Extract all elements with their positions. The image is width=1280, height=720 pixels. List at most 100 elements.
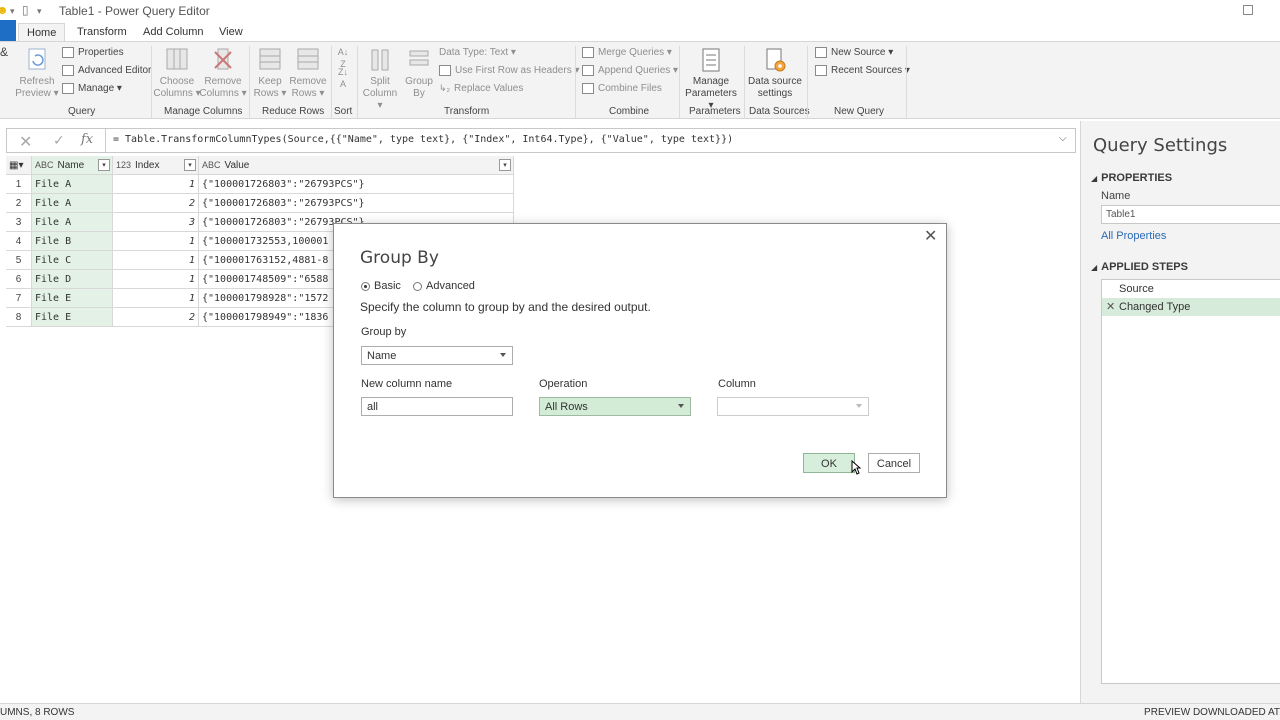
step-changed-type[interactable]: ✕ Changed Type — [1102, 298, 1280, 316]
column-header-name[interactable]: ABC Name ▾ — [32, 156, 113, 175]
remove-rows-button[interactable]: Remove Rows ▾ — [288, 46, 328, 100]
restore-window-icon[interactable] — [1243, 5, 1253, 15]
remove-columns-icon — [214, 48, 232, 70]
table-cell-index[interactable]: 1 — [113, 232, 199, 251]
close-apply-fragment[interactable]: & — [0, 46, 8, 58]
table-cell-name[interactable]: File C — [32, 251, 113, 270]
collapse-triangle-icon[interactable]: ◢ — [1091, 174, 1097, 183]
text-type-icon[interactable]: ABC — [202, 160, 221, 170]
row-number[interactable]: 6 — [6, 270, 32, 289]
radio-selected-icon[interactable] — [361, 281, 370, 291]
table-cell-name[interactable]: File D — [32, 270, 113, 289]
row-number[interactable]: 7 — [6, 289, 32, 308]
query-name-input[interactable]: Table1 — [1101, 205, 1280, 224]
expand-formula-chevron-icon[interactable]: ⌵ — [1059, 133, 1067, 144]
cancel-button[interactable]: Cancel — [868, 453, 920, 473]
table-cell-index[interactable]: 2 — [113, 308, 199, 327]
table-cell-index[interactable]: 1 — [113, 270, 199, 289]
row-number[interactable]: 5 — [6, 251, 32, 270]
use-first-row-button[interactable]: Use First Row as Headers ▾ — [439, 65, 580, 76]
row-number[interactable]: 4 — [6, 232, 32, 251]
group-by-dropdown[interactable]: Name — [361, 346, 513, 365]
delete-step-icon[interactable]: ✕ — [1106, 300, 1115, 313]
filter-dropdown-icon[interactable]: ▾ — [98, 159, 110, 171]
keep-rows-label: Rows — [253, 88, 279, 99]
table-cell-index[interactable]: 1 — [113, 251, 199, 270]
table-cell-index[interactable]: 1 — [113, 175, 199, 194]
new-column-name-input[interactable]: all — [361, 397, 513, 416]
applied-steps-section-header[interactable]: ◢ APPLIED STEPS — [1091, 261, 1188, 273]
table-cell-value[interactable]: {"100001726803":"26793PCS"} — [199, 194, 514, 213]
tab-home[interactable]: Home — [18, 23, 66, 42]
column-header-index[interactable]: 123 Index ▾ — [113, 156, 199, 175]
filter-dropdown-icon[interactable]: ▾ — [499, 159, 511, 171]
table-cell-name[interactable]: File A — [32, 194, 113, 213]
group-by-button[interactable]: Group By — [402, 46, 436, 100]
fx-icon[interactable]: fx — [81, 132, 93, 147]
close-icon[interactable]: ✕ — [924, 226, 937, 246]
tab-transform[interactable]: Transform — [69, 23, 135, 42]
manage-label: Manage — [78, 83, 115, 94]
column-dropdown[interactable] — [717, 397, 869, 416]
new-source-button[interactable]: New Source ▾ — [815, 47, 893, 58]
table-cell-value[interactable]: {"100001726803":"26793PCS"} — [199, 175, 514, 194]
replace-values-button[interactable]: ↳₂ Replace Values — [439, 83, 523, 94]
manage-button[interactable]: Manage ▾ — [62, 83, 122, 94]
choose-columns-button[interactable]: Choose Columns ▾ — [153, 46, 201, 100]
data-source-settings-icon — [766, 48, 786, 72]
split-column-button[interactable]: Split Column ▾ — [360, 46, 400, 112]
formula-input[interactable]: = Table.TransformColumnTypes(Source,{{"N… — [113, 134, 733, 145]
app-smiley-icon[interactable]: ☻ — [0, 3, 9, 17]
append-queries-button[interactable]: Append Queries ▾ — [582, 65, 678, 76]
advanced-editor-button[interactable]: Advanced Editor — [62, 65, 151, 76]
row-number[interactable]: 3 — [6, 213, 32, 232]
recent-sources-button[interactable]: Recent Sources ▾ — [815, 65, 910, 76]
ok-button[interactable]: OK — [803, 453, 855, 473]
quick-access-dropdown-icon[interactable]: ▾ — [10, 6, 15, 17]
filter-dropdown-icon[interactable]: ▾ — [184, 159, 196, 171]
confirm-formula-icon[interactable]: ✓ — [53, 132, 65, 149]
row-number[interactable]: 2 — [6, 194, 32, 213]
file-tab[interactable] — [0, 20, 16, 42]
status-bar: UMNS, 8 ROWS PREVIEW DOWNLOADED AT — [0, 703, 1280, 720]
remove-rows-icon — [297, 48, 319, 70]
radio-basic[interactable]: Basic — [361, 280, 401, 292]
table-cell-name[interactable]: File E — [32, 289, 113, 308]
remove-columns-button[interactable]: Remove Columns ▾ — [199, 46, 247, 100]
step-source[interactable]: Source — [1102, 280, 1280, 298]
collapse-triangle-icon[interactable]: ◢ — [1091, 263, 1097, 272]
properties-section-header[interactable]: ◢ PROPERTIES — [1091, 172, 1172, 184]
data-source-settings-button[interactable]: Data source settings — [746, 46, 804, 100]
customize-toolbar-icon[interactable]: ▾ — [37, 6, 42, 17]
radio-advanced[interactable]: Advanced — [413, 280, 475, 292]
number-type-icon[interactable]: 123 — [116, 160, 131, 170]
text-type-icon[interactable]: ABC — [35, 160, 54, 170]
table-cell-name[interactable]: File B — [32, 232, 113, 251]
data-type-dropdown[interactable]: Data Type: Text ▾ — [439, 47, 516, 58]
row-number[interactable]: 8 — [6, 308, 32, 327]
merge-queries-button[interactable]: Merge Queries ▾ — [582, 47, 672, 58]
manage-parameters-button[interactable]: Manage Parameters ▾ — [682, 46, 740, 112]
tab-add-column[interactable]: Add Column — [135, 23, 212, 42]
column-header-value[interactable]: ABC Value ▾ — [199, 156, 514, 175]
refresh-preview-button[interactable]: Refresh Preview ▾ — [14, 46, 60, 100]
table-cell-name[interactable]: File A — [32, 213, 113, 232]
table-cell-index[interactable]: 2 — [113, 194, 199, 213]
radio-unselected-icon[interactable] — [413, 281, 422, 291]
table-cell-name[interactable]: File E — [32, 308, 113, 327]
table-menu-icon[interactable]: ▦▾ — [6, 156, 32, 175]
operation-dropdown[interactable]: All Rows — [539, 397, 691, 416]
properties-button[interactable]: Properties — [62, 47, 124, 58]
table-cell-index[interactable]: 1 — [113, 289, 199, 308]
table-cell-name[interactable]: File A — [32, 175, 113, 194]
row-number[interactable]: 1 — [6, 175, 32, 194]
cancel-formula-icon[interactable]: ✕ — [19, 132, 32, 152]
sort-descending-icon[interactable]: Z↓ A — [336, 66, 350, 90]
combine-files-button[interactable]: Combine Files — [582, 83, 662, 94]
tab-view[interactable]: View — [211, 23, 251, 42]
keep-rows-button[interactable]: Keep Rows ▾ — [252, 46, 288, 100]
table-cell-index[interactable]: 3 — [113, 213, 199, 232]
document-icon[interactable]: ▯ — [22, 3, 29, 17]
ribbon-tabs: Home Transform Add Column View — [0, 20, 1280, 42]
all-properties-link[interactable]: All Properties — [1101, 230, 1166, 242]
